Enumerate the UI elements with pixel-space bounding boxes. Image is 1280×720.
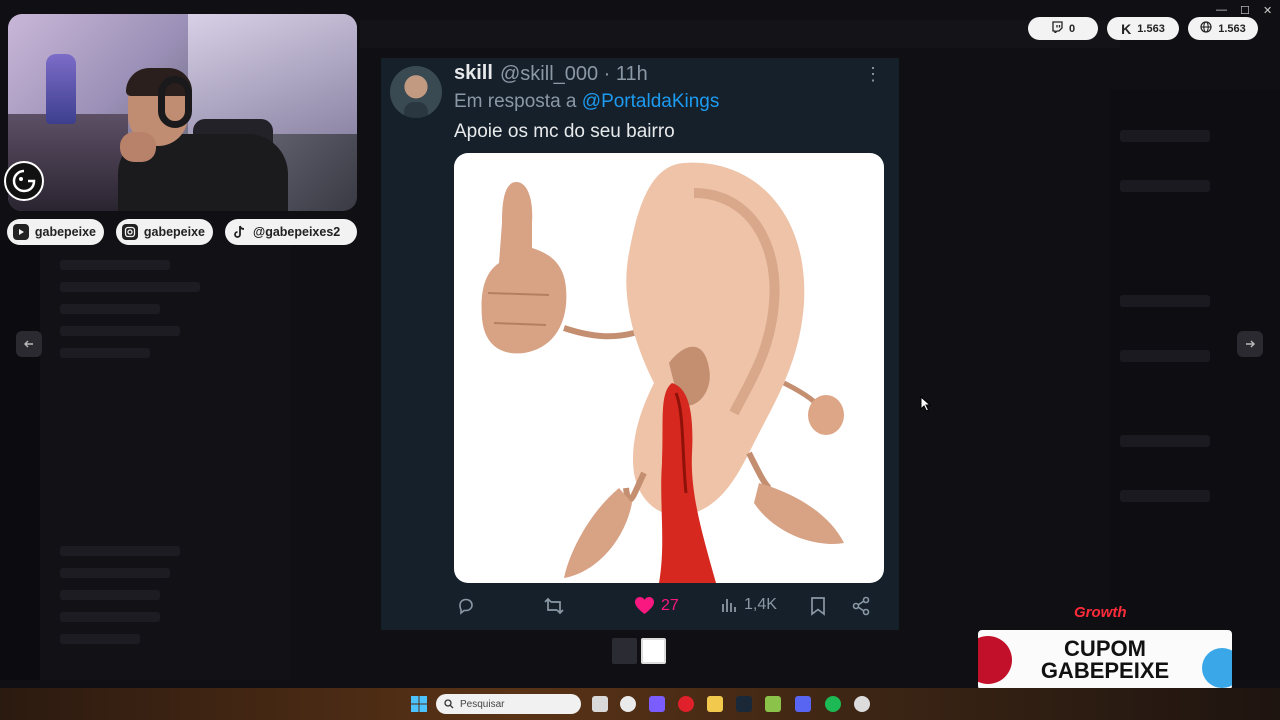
image-thumbnails xyxy=(612,638,666,664)
member-placeholder xyxy=(1120,295,1210,307)
task-view-icon[interactable] xyxy=(592,696,608,712)
search-placeholder: Pesquisar xyxy=(460,698,505,710)
heart-icon xyxy=(635,597,654,614)
spotify-icon[interactable] xyxy=(825,696,841,712)
growth-brand-logo: Growth xyxy=(1074,604,1127,621)
windows-taskbar xyxy=(0,688,1280,720)
obs-icon[interactable] xyxy=(854,696,870,712)
twitch-viewers-count: 0 xyxy=(1068,22,1076,35)
bookmark-icon xyxy=(811,597,825,616)
member-placeholder xyxy=(1120,490,1210,502)
tiktok-icon xyxy=(231,224,247,240)
share-icon xyxy=(852,596,870,616)
repost-icon xyxy=(544,597,564,615)
instagram-handle-pill: gabepeixe xyxy=(116,219,213,245)
channel-placeholder xyxy=(60,260,170,270)
coupon-code: GABEPEIXE xyxy=(1040,658,1170,683)
mouse-cursor-icon xyxy=(920,396,932,412)
reply-button[interactable] xyxy=(456,596,476,616)
member-placeholder xyxy=(1120,350,1210,362)
discord-icon[interactable] xyxy=(795,696,811,712)
globe-icon xyxy=(1200,21,1212,36)
channel-placeholder xyxy=(60,590,160,600)
ear-cartoon-image xyxy=(481,162,844,583)
instagram-icon xyxy=(122,224,138,240)
channel-placeholder xyxy=(60,282,200,292)
tweet-card: skill @skill_000 · 11h ⋮ Em resposta a @… xyxy=(381,58,899,630)
channel-placeholder xyxy=(60,348,150,358)
webcam-streamer-hand xyxy=(120,132,156,162)
channel-placeholder xyxy=(60,612,160,622)
tweet-author-name[interactable]: skill xyxy=(454,62,493,85)
twitch-icon xyxy=(1051,21,1063,36)
opera-icon[interactable] xyxy=(678,696,694,712)
instagram-handle: gabepeixe xyxy=(143,225,205,239)
reply-mention-link[interactable]: @PortaldaKings xyxy=(582,91,720,112)
total-viewers-count: 1.563 xyxy=(1218,22,1246,35)
tweet-image[interactable] xyxy=(454,153,884,583)
youtube-handle-pill: gabepeixe xyxy=(7,219,104,245)
tweet-actions: 27 1,4K xyxy=(454,596,884,622)
minimize-icon[interactable]: — xyxy=(1216,4,1227,16)
arrow-right-icon xyxy=(1246,340,1255,348)
copilot-icon[interactable] xyxy=(649,696,665,712)
youtube-icon xyxy=(13,224,29,240)
repost-button[interactable] xyxy=(543,596,565,616)
more-options-icon[interactable]: ⋮ xyxy=(864,64,882,85)
background-topbar xyxy=(360,20,1120,48)
bookmark-button[interactable] xyxy=(809,596,827,616)
channel-placeholder xyxy=(60,304,160,314)
reply-prefix: Em resposta a xyxy=(454,91,582,112)
kick-viewers-count: 1.563 xyxy=(1137,22,1165,35)
coupon-title: CUPOM xyxy=(1064,636,1146,661)
views-button[interactable]: 1,4K xyxy=(720,596,777,614)
views-count: 1,4K xyxy=(744,596,777,613)
taskbar-search-box[interactable]: Pesquisar xyxy=(436,694,581,714)
channel-placeholder xyxy=(60,568,170,578)
kick-viewers-pill: K 1.563 xyxy=(1107,17,1179,40)
streamer-logo-icon xyxy=(4,161,44,201)
search-icon xyxy=(444,699,454,709)
app-grid-icon[interactable] xyxy=(765,696,781,712)
channel-placeholder xyxy=(60,634,140,644)
file-explorer-icon[interactable] xyxy=(707,696,723,712)
share-button[interactable] xyxy=(851,596,871,616)
thumbnail-1[interactable] xyxy=(612,638,637,664)
app-icon[interactable] xyxy=(620,696,636,712)
reply-icon xyxy=(459,598,473,615)
tiktok-handle: @gabepeixes2 xyxy=(253,225,341,239)
steam-icon[interactable] xyxy=(736,696,752,712)
member-placeholder xyxy=(1120,435,1210,447)
views-chart-icon xyxy=(722,599,736,612)
webcam-overlay xyxy=(8,14,357,211)
previous-image-button[interactable] xyxy=(16,331,42,357)
member-placeholder xyxy=(1120,180,1210,192)
twitch-viewers-pill: 0 xyxy=(1028,17,1098,40)
headset-icon xyxy=(158,76,192,128)
total-viewers-pill: 1.563 xyxy=(1188,17,1258,40)
tweet-author-avatar[interactable] xyxy=(390,66,442,118)
like-button[interactable]: 27 xyxy=(634,596,679,615)
channel-placeholder xyxy=(60,326,180,336)
close-icon[interactable]: ✕ xyxy=(1263,4,1272,17)
channel-placeholder xyxy=(60,546,180,556)
like-count: 27 xyxy=(661,596,679,614)
arrow-left-icon xyxy=(24,340,33,348)
windows-start-icon[interactable] xyxy=(411,696,427,712)
member-list xyxy=(1110,90,1280,680)
next-image-button[interactable] xyxy=(1237,331,1263,357)
member-placeholder xyxy=(1120,130,1210,142)
tweet-reply-context: Em resposta a @PortaldaKings xyxy=(454,91,719,113)
server-rail xyxy=(0,240,40,680)
tiktok-handle-pill: @gabepeixes2 xyxy=(225,219,357,245)
kick-icon: K xyxy=(1121,20,1132,37)
maximize-icon[interactable]: ☐ xyxy=(1240,4,1250,17)
youtube-handle: gabepeixe xyxy=(34,225,96,239)
tweet-text: Apoie os mc do seu bairro xyxy=(454,121,675,142)
webcam-figure xyxy=(46,54,76,124)
tweet-handle-time: @skill_000 · 11h xyxy=(500,63,648,85)
webcam-wall xyxy=(188,14,357,134)
thumbnail-2-selected[interactable] xyxy=(641,638,666,664)
coupon-banner: CUPOM GABEPEIXE xyxy=(978,630,1232,690)
